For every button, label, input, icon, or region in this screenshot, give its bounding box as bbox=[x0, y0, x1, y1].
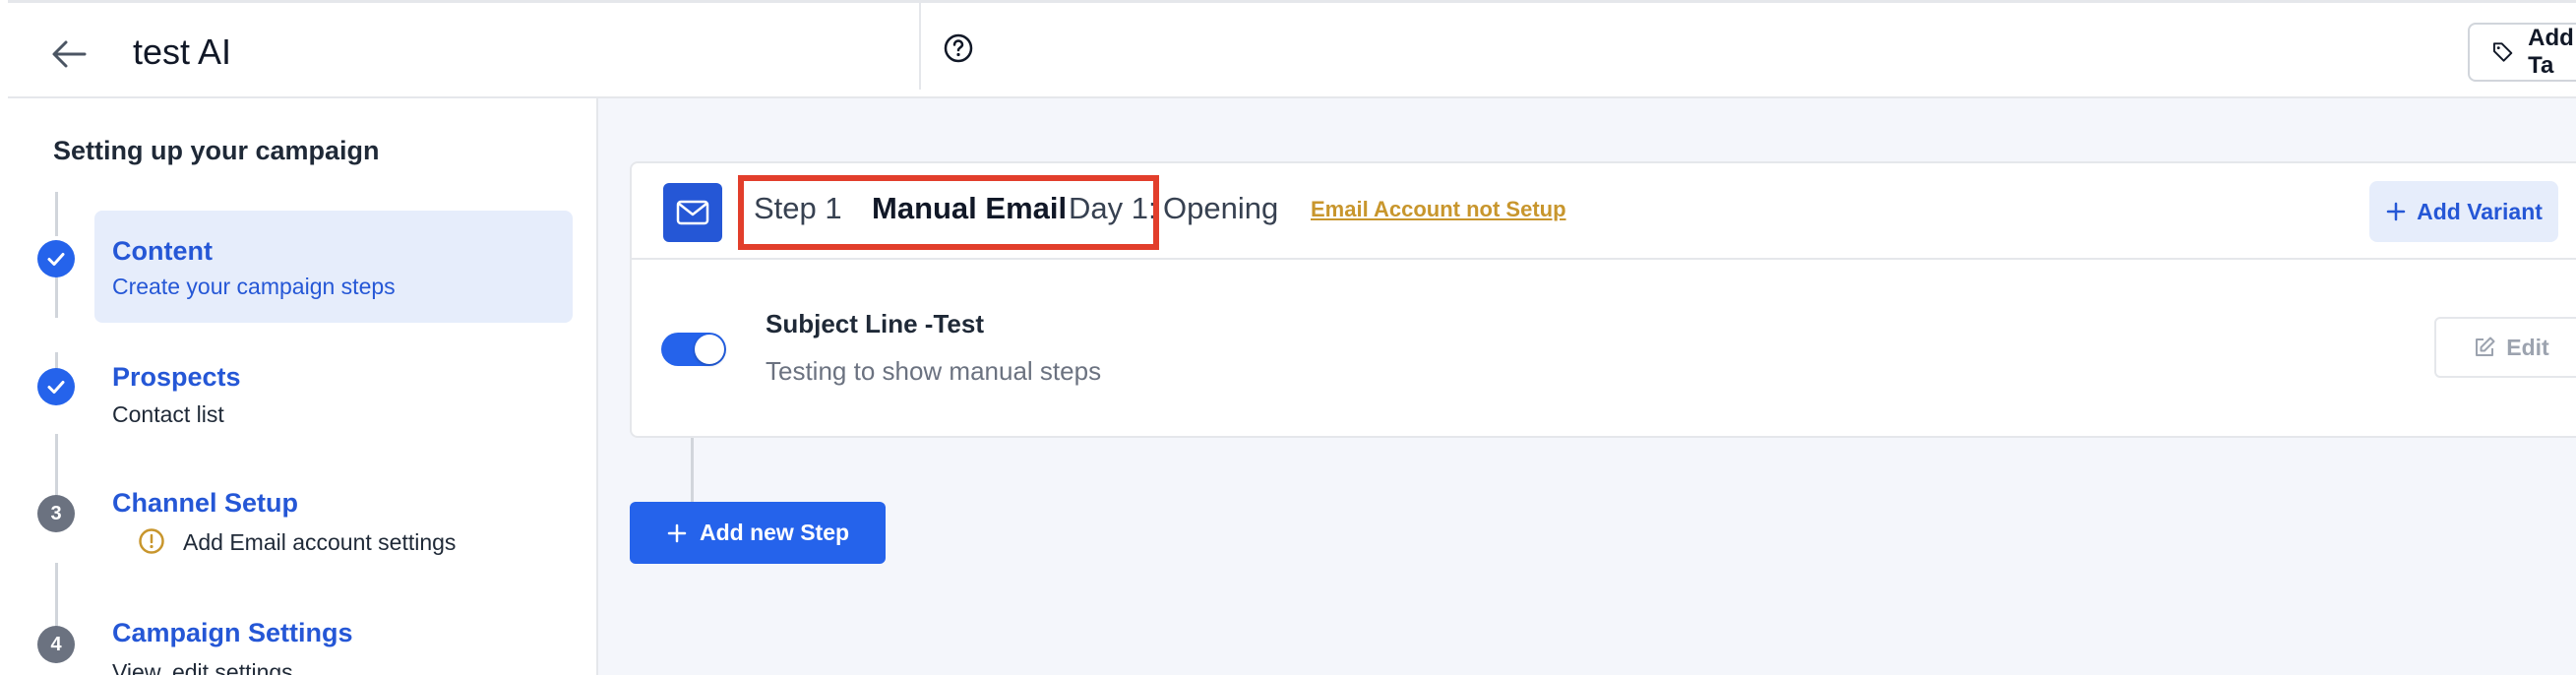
warning-icon bbox=[138, 527, 165, 555]
email-account-warning-link[interactable]: Email Account not Setup bbox=[1311, 197, 1566, 222]
step-complete-check-icon bbox=[37, 240, 75, 277]
sidebar-item-campaign-settings[interactable]: Campaign Settings View, edit settings bbox=[94, 594, 573, 675]
sidebar-item-sublabel: Create your campaign steps bbox=[112, 274, 396, 299]
edit-icon bbox=[2476, 337, 2495, 356]
sidebar-item-content[interactable]: Content Create your campaign steps bbox=[94, 211, 573, 323]
add-tag-button[interactable]: Add Ta bbox=[2468, 23, 2576, 82]
campaign-title: test AI bbox=[133, 31, 232, 72]
campaign-setup-sidebar: Setting up your campaign Content Create … bbox=[8, 98, 598, 675]
step-number-badge: 4 bbox=[37, 626, 75, 663]
step-opening-label: Opening bbox=[1163, 191, 1279, 225]
top-bar: test AI Add Ta bbox=[8, 0, 2576, 98]
sidebar-item-label: Campaign Settings bbox=[112, 618, 353, 647]
sidebar-item-label: Content bbox=[112, 236, 213, 266]
edit-label: Edit bbox=[2506, 334, 2549, 360]
help-icon[interactable] bbox=[941, 31, 976, 66]
add-new-step-button[interactable]: Add new Step bbox=[630, 502, 886, 564]
step-connector bbox=[691, 438, 694, 503]
toggle-knob bbox=[695, 335, 724, 364]
add-new-step-label: Add new Step bbox=[699, 520, 850, 545]
step-card: Step 1 Manual Email Day 1: Opening Email… bbox=[630, 161, 2576, 438]
sidebar-title: Setting up your campaign bbox=[53, 136, 380, 165]
mail-icon bbox=[663, 183, 722, 242]
divider bbox=[919, 3, 921, 90]
step-connector bbox=[55, 192, 58, 236]
sidebar-item-sublabel: View, edit settings bbox=[112, 659, 293, 675]
sidebar-item-prospects[interactable]: Prospects Contact list bbox=[94, 338, 573, 427]
sidebar-item-sublabel: Add Email account settings bbox=[183, 529, 457, 555]
sidebar-item-label: Prospects bbox=[112, 362, 241, 392]
plus-icon bbox=[667, 523, 687, 542]
sidebar-item-channel-setup[interactable]: Channel Setup Add Email account settings bbox=[94, 466, 573, 555]
main-content: Step 1 Manual Email Day 1: Opening Email… bbox=[598, 98, 2576, 675]
highlight-box bbox=[738, 175, 1159, 250]
variant-enabled-toggle[interactable] bbox=[661, 333, 726, 366]
add-tag-label: Add Ta bbox=[2528, 25, 2574, 79]
tag-icon bbox=[2492, 42, 2513, 62]
sidebar-item-sublabel: Contact list bbox=[112, 401, 224, 427]
back-arrow-icon[interactable] bbox=[47, 32, 91, 76]
variant-description: Testing to show manual steps bbox=[766, 356, 1102, 386]
step-connector bbox=[55, 274, 58, 318]
edit-button[interactable]: Edit bbox=[2434, 317, 2576, 378]
add-variant-label: Add Variant bbox=[2417, 198, 2543, 224]
step-card-header: Step 1 Manual Email Day 1: Opening Email… bbox=[632, 163, 2576, 260]
sidebar-item-label: Channel Setup bbox=[112, 488, 299, 518]
add-variant-button[interactable]: Add Variant bbox=[2369, 181, 2558, 242]
variant-subject: Subject Line -Test bbox=[766, 309, 984, 338]
plus-icon bbox=[2386, 202, 2406, 221]
step-number-badge: 3 bbox=[37, 495, 75, 532]
step-complete-check-icon bbox=[37, 368, 75, 405]
